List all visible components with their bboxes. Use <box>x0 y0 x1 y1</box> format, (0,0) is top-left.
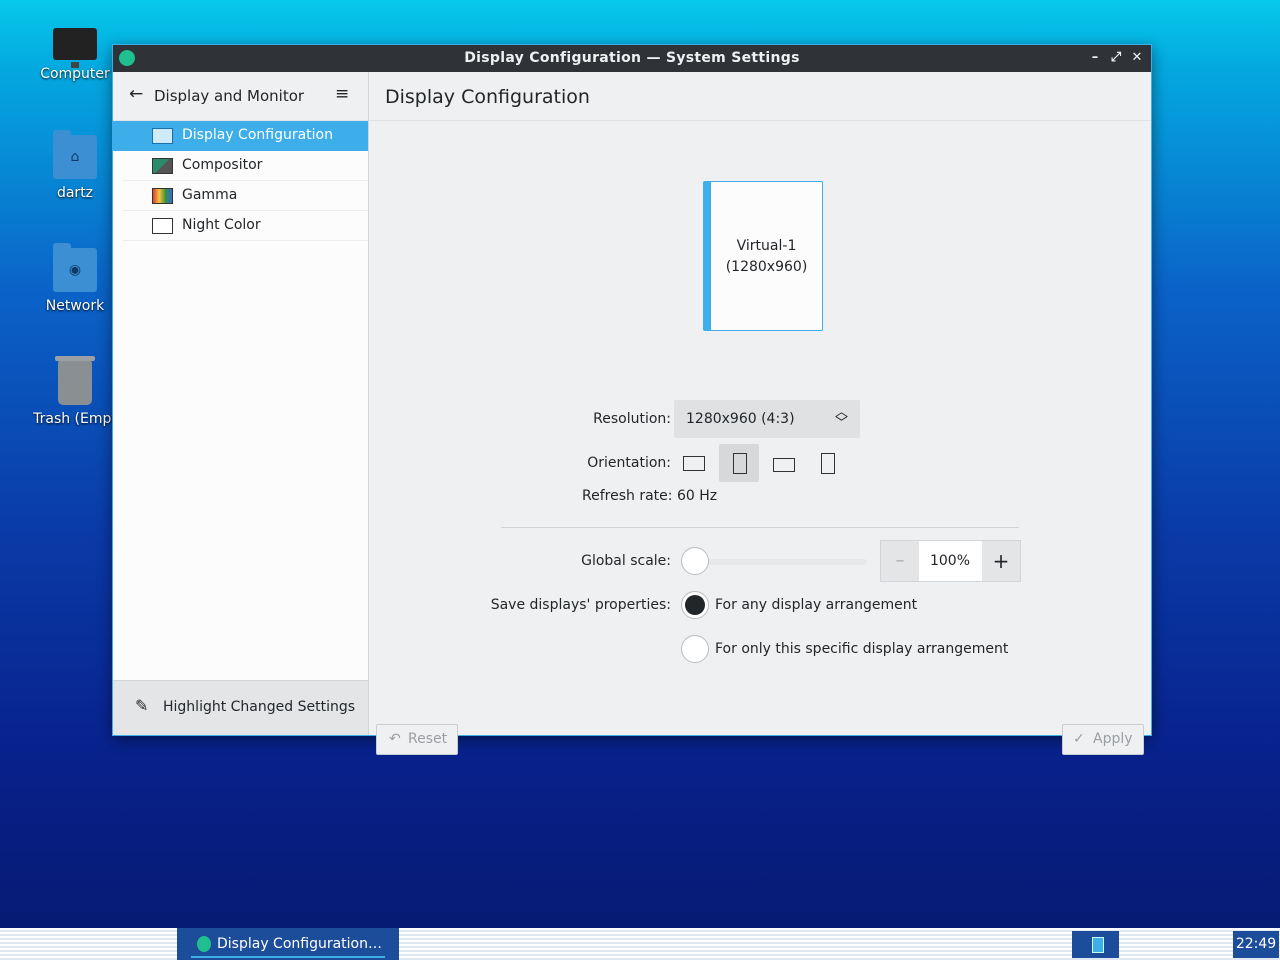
sidebar-item-display-configuration[interactable]: Display Configuration <box>113 121 368 151</box>
sidebar-header: ← Display and Monitor ≡ <box>113 72 368 121</box>
refresh-rate-value: 60 Hz <box>676 488 718 504</box>
sidebar-list: Display Configuration Compositor Gamma N… <box>113 121 368 241</box>
clock[interactable]: 22:49 <box>1233 931 1279 958</box>
compositor-icon <box>152 158 173 174</box>
increase-scale-button[interactable]: + <box>982 541 1020 581</box>
resolution-label: Resolution: <box>593 411 671 427</box>
system-settings-window: Display Configuration — System Settings … <box>112 44 1152 755</box>
app-icon <box>197 936 211 952</box>
removable-device-icon <box>1092 937 1104 953</box>
global-scale-spinbox[interactable]: – 100% + <box>880 540 1021 582</box>
radio-specific-arrangement[interactable] <box>681 635 709 663</box>
sidebar-item-gamma[interactable]: Gamma <box>123 181 368 211</box>
inverted-landscape-icon <box>773 458 795 472</box>
separator <box>501 527 1019 528</box>
maximize-icon[interactable]: ⤢ <box>1107 48 1125 68</box>
radio-any-arrangement[interactable] <box>681 591 709 619</box>
landscape-icon <box>683 456 705 471</box>
trash-icon <box>55 356 95 405</box>
window-titlebar[interactable]: Display Configuration — System Settings … <box>113 45 1151 72</box>
network-folder-icon: ◉ <box>53 243 97 292</box>
refresh-rate-label: Refresh rate: <box>582 488 673 504</box>
portrait-icon <box>733 453 747 474</box>
global-scale-value[interactable]: 100% <box>919 541 981 581</box>
sidebar-item-night-color[interactable]: Night Color <box>123 211 368 241</box>
taskbar-item-label: Display Configuration… <box>217 936 382 952</box>
close-icon[interactable]: ✕ <box>1128 48 1146 68</box>
orientation-label: Orientation: <box>587 455 671 471</box>
reset-label: Reset <box>408 731 448 747</box>
radio-specific-arrangement-label[interactable]: For only this specific display arrangeme… <box>715 641 1008 657</box>
tray-removable-device[interactable] <box>1072 931 1119 958</box>
home-folder-icon: ⌂ <box>53 130 97 179</box>
highlight-changed-settings-label: Highlight Changed Settings <box>163 699 356 715</box>
orientation-landscape-button[interactable] <box>674 444 714 482</box>
resolution-combobox[interactable]: 1280x960 (4:3) ︿ ﹀ <box>674 400 860 438</box>
save-properties-label: Save displays' properties: <box>490 597 671 613</box>
output-preview[interactable]: Virtual-1 (1280x960) <box>703 181 823 331</box>
taskbar: Display Configuration… 22:49 <box>0 928 1280 960</box>
main-content: Display Configuration Virtual-1 (1280x96… <box>369 72 1151 755</box>
sidebar-item-label: Display Configuration <box>182 127 333 143</box>
window-title: Display Configuration — System Settings <box>464 50 800 66</box>
decrease-scale-button[interactable]: – <box>881 541 919 581</box>
back-arrow-icon[interactable]: ← <box>129 84 143 104</box>
resolution-value: 1280x960 (4:3) <box>686 411 795 427</box>
monitor-icon <box>152 128 173 144</box>
sidebar: ← Display and Monitor ≡ Display Configur… <box>113 72 369 735</box>
output-resolution: (1280x960) <box>725 259 808 275</box>
sidebar-item-compositor[interactable]: Compositor <box>123 151 368 181</box>
gamma-icon <box>152 188 173 204</box>
undo-icon: ↶ <box>389 731 401 747</box>
divider <box>369 120 1151 121</box>
apply-label: Apply <box>1093 731 1133 747</box>
output-name: Virtual-1 <box>736 238 797 254</box>
computer-icon <box>53 28 97 68</box>
hamburger-menu-icon[interactable]: ≡ <box>335 84 349 104</box>
global-scale-slider-track[interactable] <box>694 559 867 565</box>
orientation-portrait-button[interactable] <box>719 444 759 482</box>
global-scale-slider-handle[interactable] <box>681 547 709 575</box>
global-scale-label: Global scale: <box>581 553 671 569</box>
sidebar-category-title: Display and Monitor <box>154 87 305 105</box>
highlight-changed-settings-button[interactable]: ✎ Highlight Changed Settings <box>113 680 368 735</box>
orientation-inverted-portrait-button[interactable] <box>809 444 849 482</box>
checkmark-icon: ✓ <box>1073 731 1085 747</box>
taskbar-item-display-configuration[interactable]: Display Configuration… <box>177 928 399 960</box>
pen-icon: ✎ <box>135 696 149 715</box>
up-down-arrows-icon: ︿ ﹀ <box>834 405 848 431</box>
sidebar-item-label: Compositor <box>182 157 263 173</box>
apply-button[interactable]: ✓ Apply <box>1062 724 1144 755</box>
orientation-inverted-landscape-button[interactable] <box>764 444 804 482</box>
sidebar-item-label: Gamma <box>182 187 238 203</box>
minimize-icon[interactable]: – <box>1086 48 1104 68</box>
inverted-portrait-icon <box>821 453 835 474</box>
radio-any-arrangement-label[interactable]: For any display arrangement <box>715 597 917 613</box>
night-color-icon <box>152 218 173 234</box>
page-title: Display Configuration <box>385 86 590 108</box>
refresh-rate-row: Refresh rate: 60 Hz <box>582 488 717 504</box>
reset-button[interactable]: ↶ Reset <box>376 724 458 755</box>
sidebar-item-label: Night Color <box>182 217 261 233</box>
active-indicator <box>191 956 385 958</box>
